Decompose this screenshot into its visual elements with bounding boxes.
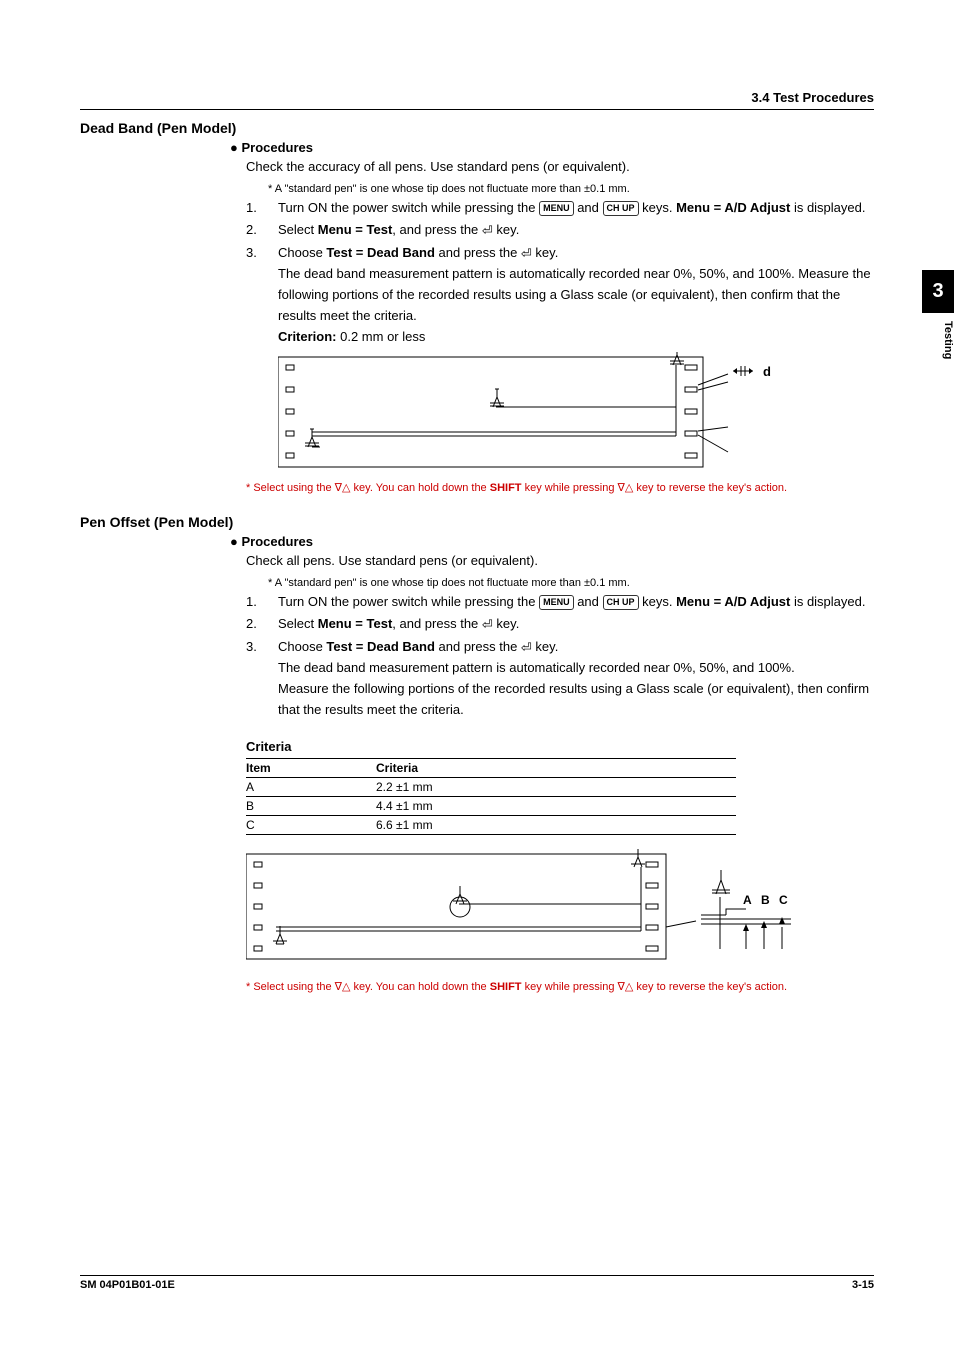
nabla-key-icon: ∇△ <box>335 981 351 993</box>
dead-band-intro: Check the accuracy of all pens. Use stan… <box>246 157 874 177</box>
chup-key-icon: CH UP <box>603 201 639 216</box>
step-number: 1. <box>246 198 278 219</box>
step-number: 2. <box>246 220 278 241</box>
nabla-key-icon: ∇△ <box>335 482 351 494</box>
page-number: 3-15 <box>852 1279 874 1291</box>
svg-text:B: B <box>761 893 770 907</box>
table-row: C 6.6 ±1 mm <box>246 815 736 834</box>
step-1: Turn ON the power switch while pressing … <box>278 198 874 219</box>
criteria-title: Criteria <box>246 739 874 754</box>
table-header: Item <box>246 758 376 777</box>
standard-pen-note: * A "standard pen" is one whose tip does… <box>268 181 874 198</box>
procedures-heading: ● Procedures <box>230 534 874 549</box>
nabla-key-icon: ∇△ <box>618 482 634 494</box>
pen-offset-diagram: A B C <box>246 849 874 969</box>
page-footer: SM 04P01B01-01E 3-15 <box>80 1275 874 1291</box>
svg-text:A: A <box>743 893 752 907</box>
doc-number: SM 04P01B01-01E <box>80 1279 175 1291</box>
menu-key-icon: MENU <box>539 201 574 216</box>
chup-key-icon: CH UP <box>603 595 639 610</box>
chapter-tab: 3 Testing <box>922 270 954 359</box>
step-2: Select Menu = Test, and press the ⏎ key. <box>278 220 874 241</box>
step-3: Choose Test = Dead Band and press the ⏎ … <box>278 243 874 347</box>
pen-offset-intro: Check all pens. Use standard pens (or eq… <box>246 551 874 571</box>
red-footnote: * Select using the ∇△ key. You can hold … <box>246 979 874 996</box>
red-footnote: * Select using the ∇△ key. You can hold … <box>246 480 874 497</box>
chapter-number: 3 <box>922 270 954 313</box>
svg-text:C: C <box>779 893 788 907</box>
menu-key-icon: MENU <box>539 595 574 610</box>
d-label: d <box>763 364 771 379</box>
step-3: Choose Test = Dead Band and press the ⏎ … <box>278 637 874 720</box>
enter-key-icon: ⏎ <box>482 221 493 242</box>
enter-key-icon: ⏎ <box>521 638 532 659</box>
table-row: B 4.4 ±1 mm <box>246 796 736 815</box>
nabla-key-icon: ∇△ <box>618 981 634 993</box>
header-rule <box>80 109 874 110</box>
criteria-table: Item Criteria A 2.2 ±1 mm B 4.4 ±1 mm C <box>246 758 736 835</box>
step-number: 3. <box>246 637 278 720</box>
chapter-label: Testing <box>922 313 954 359</box>
step-number: 3. <box>246 243 278 347</box>
table-row: A 2.2 ±1 mm <box>246 777 736 796</box>
enter-key-icon: ⏎ <box>482 615 493 636</box>
step-1: Turn ON the power switch while pressing … <box>278 592 874 613</box>
dead-band-diagram: d <box>278 352 874 472</box>
procedures-heading: ● Procedures <box>230 140 874 155</box>
step-number: 1. <box>246 592 278 613</box>
step-2: Select Menu = Test, and press the ⏎ key. <box>278 614 874 635</box>
table-header: Criteria <box>376 758 736 777</box>
pen-offset-title: Pen Offset (Pen Model) <box>80 514 874 530</box>
section-header: 3.4 Test Procedures <box>80 90 874 105</box>
step-number: 2. <box>246 614 278 635</box>
enter-key-icon: ⏎ <box>521 244 532 265</box>
dead-band-title: Dead Band (Pen Model) <box>80 120 874 136</box>
standard-pen-note: * A "standard pen" is one whose tip does… <box>268 575 874 592</box>
